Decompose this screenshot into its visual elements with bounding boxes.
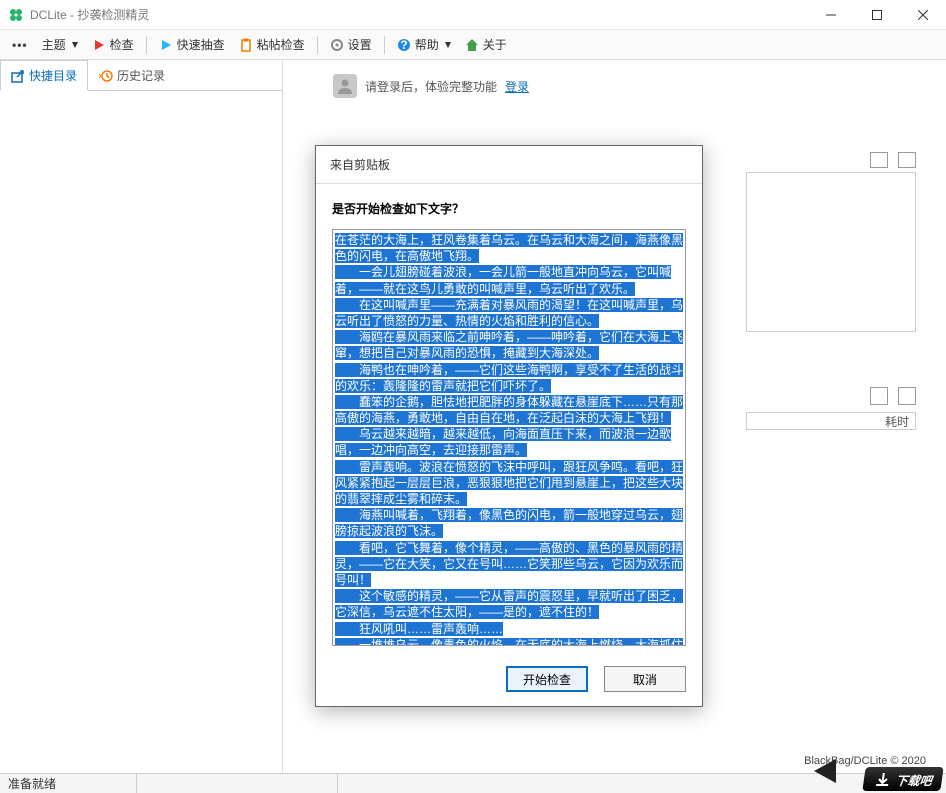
dropdown-icon <box>445 42 451 48</box>
statusbar: 准备就绪 <box>0 773 946 793</box>
paste-check-button[interactable]: 粘帖检查 <box>233 33 311 56</box>
history-icon <box>99 69 113 83</box>
export-icon <box>11 69 25 83</box>
folder-icon[interactable] <box>870 152 888 168</box>
time-panel: 耗时 <box>746 412 916 430</box>
dialog-textarea[interactable]: 在苍茫的大海上，狂风卷集着乌云。在乌云和大海之间，海燕像黑色的闪电，在高傲地飞翔… <box>332 229 686 646</box>
separator <box>146 36 147 54</box>
status-ready: 准备就绪 <box>8 775 56 792</box>
tab-history[interactable]: 历史记录 <box>88 60 176 91</box>
help-label: 帮助 <box>415 36 439 53</box>
maximize-button[interactable] <box>854 0 900 30</box>
quick-extract-button[interactable]: 快速抽查 <box>153 33 231 56</box>
tab-history-label: 历史记录 <box>117 67 165 84</box>
settings-label: 设置 <box>348 36 372 53</box>
theme-label: 主题 <box>42 36 66 53</box>
play-outline-icon <box>159 38 173 52</box>
check-label: 检查 <box>110 36 134 53</box>
login-prompt: 请登录后，体验完整功能 <box>365 78 497 95</box>
window-title: DCLite - 抄袭检测精灵 <box>30 6 149 23</box>
minimize-button[interactable] <box>808 0 854 30</box>
tab-shortcut[interactable]: 快捷目录 <box>0 60 88 91</box>
dropdown-icon <box>72 42 78 48</box>
about-button[interactable]: 关于 <box>459 33 513 56</box>
copyright: BlackBag/DCLite © 2020 <box>804 755 926 767</box>
start-check-button[interactable]: 开始检查 <box>506 666 588 692</box>
theme-button[interactable]: 主题 <box>36 33 84 56</box>
quick-extract-label: 快速抽查 <box>177 36 225 53</box>
gear-icon <box>330 38 344 52</box>
time-cost-label: 耗时 <box>885 413 909 430</box>
more-button[interactable]: ••• <box>6 35 34 55</box>
avatar-icon <box>333 74 357 98</box>
titlebar: DCLite - 抄袭检测精灵 <box>0 0 946 30</box>
separator <box>384 36 385 54</box>
cancel-button[interactable]: 取消 <box>604 666 686 692</box>
paste-check-label: 粘帖检查 <box>257 36 305 53</box>
play-icon <box>92 38 106 52</box>
grid-icon[interactable] <box>870 387 888 405</box>
toolbar: ••• 主题 检查 快速抽查 粘帖检查 设置 ? 帮助 关于 <box>0 30 946 60</box>
home-icon <box>465 38 479 52</box>
dialog-title: 来自剪贴板 <box>316 146 702 184</box>
separator <box>317 36 318 54</box>
tab-shortcut-label: 快捷目录 <box>29 67 77 84</box>
clipboard-icon <box>239 38 253 52</box>
about-label: 关于 <box>483 36 507 53</box>
dialog-question: 是否开始检查如下文字？ <box>332 200 686 217</box>
app-logo-icon <box>8 7 24 23</box>
left-tabs: 快捷目录 历史记录 <box>0 60 282 91</box>
svg-text:?: ? <box>400 38 407 52</box>
clipboard-dialog: 来自剪贴板 是否开始检查如下文字？ 在苍茫的大海上，狂风卷集着乌云。在乌云和大海… <box>315 145 703 707</box>
check-button[interactable]: 检查 <box>86 33 140 56</box>
dots-icon: ••• <box>12 38 28 52</box>
ghost-panel <box>746 172 916 332</box>
close-button[interactable] <box>900 0 946 30</box>
left-pane: 快捷目录 历史记录 <box>0 60 283 773</box>
copy-icon[interactable] <box>898 152 916 168</box>
settings-button[interactable]: 设置 <box>324 33 378 56</box>
grid2-icon[interactable] <box>898 387 916 405</box>
help-button[interactable]: ? 帮助 <box>391 33 457 56</box>
login-bar: 请登录后，体验完整功能 登录 <box>283 60 946 112</box>
help-icon: ? <box>397 38 411 52</box>
login-link[interactable]: 登录 <box>505 78 529 95</box>
